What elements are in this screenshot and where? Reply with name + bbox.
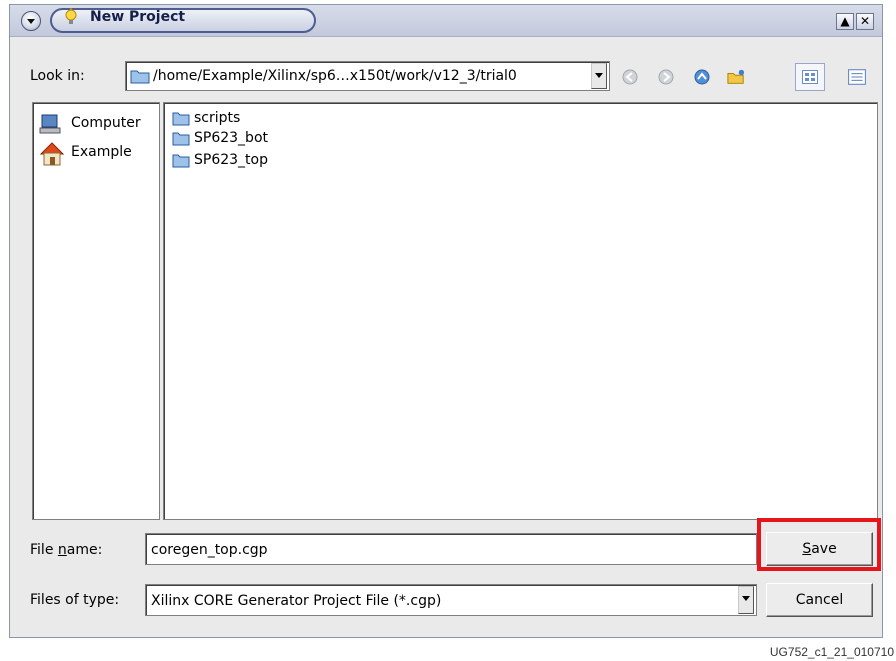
back-icon[interactable] (621, 68, 639, 86)
title-bar: New Project ▲ ✕ (10, 5, 882, 37)
details-view-icon[interactable] (848, 68, 866, 86)
figure-caption: UG752_c1_21_010710 (769, 645, 894, 659)
folder-icon (130, 70, 150, 84)
close-icon[interactable]: ✕ (856, 13, 874, 30)
places-panel: Computer Example (32, 102, 160, 520)
folder-icon (172, 154, 190, 168)
list-view-button[interactable] (795, 63, 825, 91)
window-menu-icon[interactable] (21, 11, 41, 31)
file-name: scripts (194, 110, 241, 126)
look-in-path: /home/Example/Xilinx/sp6…x150t/work/v12_… (153, 68, 517, 84)
file-name-input[interactable]: coregen_top.cgp (145, 533, 757, 565)
forward-icon[interactable] (657, 68, 675, 86)
folder-icon (172, 112, 190, 126)
place-label-example: Example (71, 144, 132, 160)
place-label-computer: Computer (71, 115, 141, 131)
file-type-dropdown-arrow-icon[interactable] (738, 586, 754, 614)
place-computer[interactable]: Computer (37, 114, 157, 136)
file-name: SP623_top (194, 152, 268, 168)
file-name-value: coregen_top.cgp (151, 542, 268, 558)
maximize-icon[interactable]: ▲ (836, 13, 854, 30)
list-view-icon (802, 70, 818, 84)
place-example[interactable]: Example (37, 142, 157, 166)
new-folder-icon[interactable] (727, 68, 745, 86)
new-project-dialog: New Project ▲ ✕ Look in: /home/Example/X… (9, 4, 883, 638)
look-in-combo[interactable]: /home/Example/Xilinx/sp6…x150t/work/v12_… (125, 61, 610, 91)
cancel-button[interactable]: Cancel (766, 583, 873, 617)
lightbulb-icon (65, 8, 77, 24)
home-icon (39, 142, 65, 166)
file-type-value: Xilinx CORE Generator Project File (*.cg… (151, 593, 442, 609)
file-list-panel: scripts SP623_bot SP623_top (163, 102, 878, 520)
look-in-dropdown-arrow-icon[interactable] (591, 63, 607, 89)
look-in-label: Look in: (30, 68, 85, 84)
up-folder-icon[interactable] (693, 68, 711, 86)
file-type-select[interactable]: Xilinx CORE Generator Project File (*.cg… (145, 584, 757, 616)
window-title: New Project (90, 9, 186, 25)
folder-icon (172, 132, 190, 146)
file-name: SP623_bot (194, 130, 268, 146)
file-name-label: File name: (30, 542, 103, 558)
computer-icon (39, 114, 61, 134)
file-type-label: Files of type: (30, 592, 120, 608)
save-button-highlight (757, 518, 881, 571)
